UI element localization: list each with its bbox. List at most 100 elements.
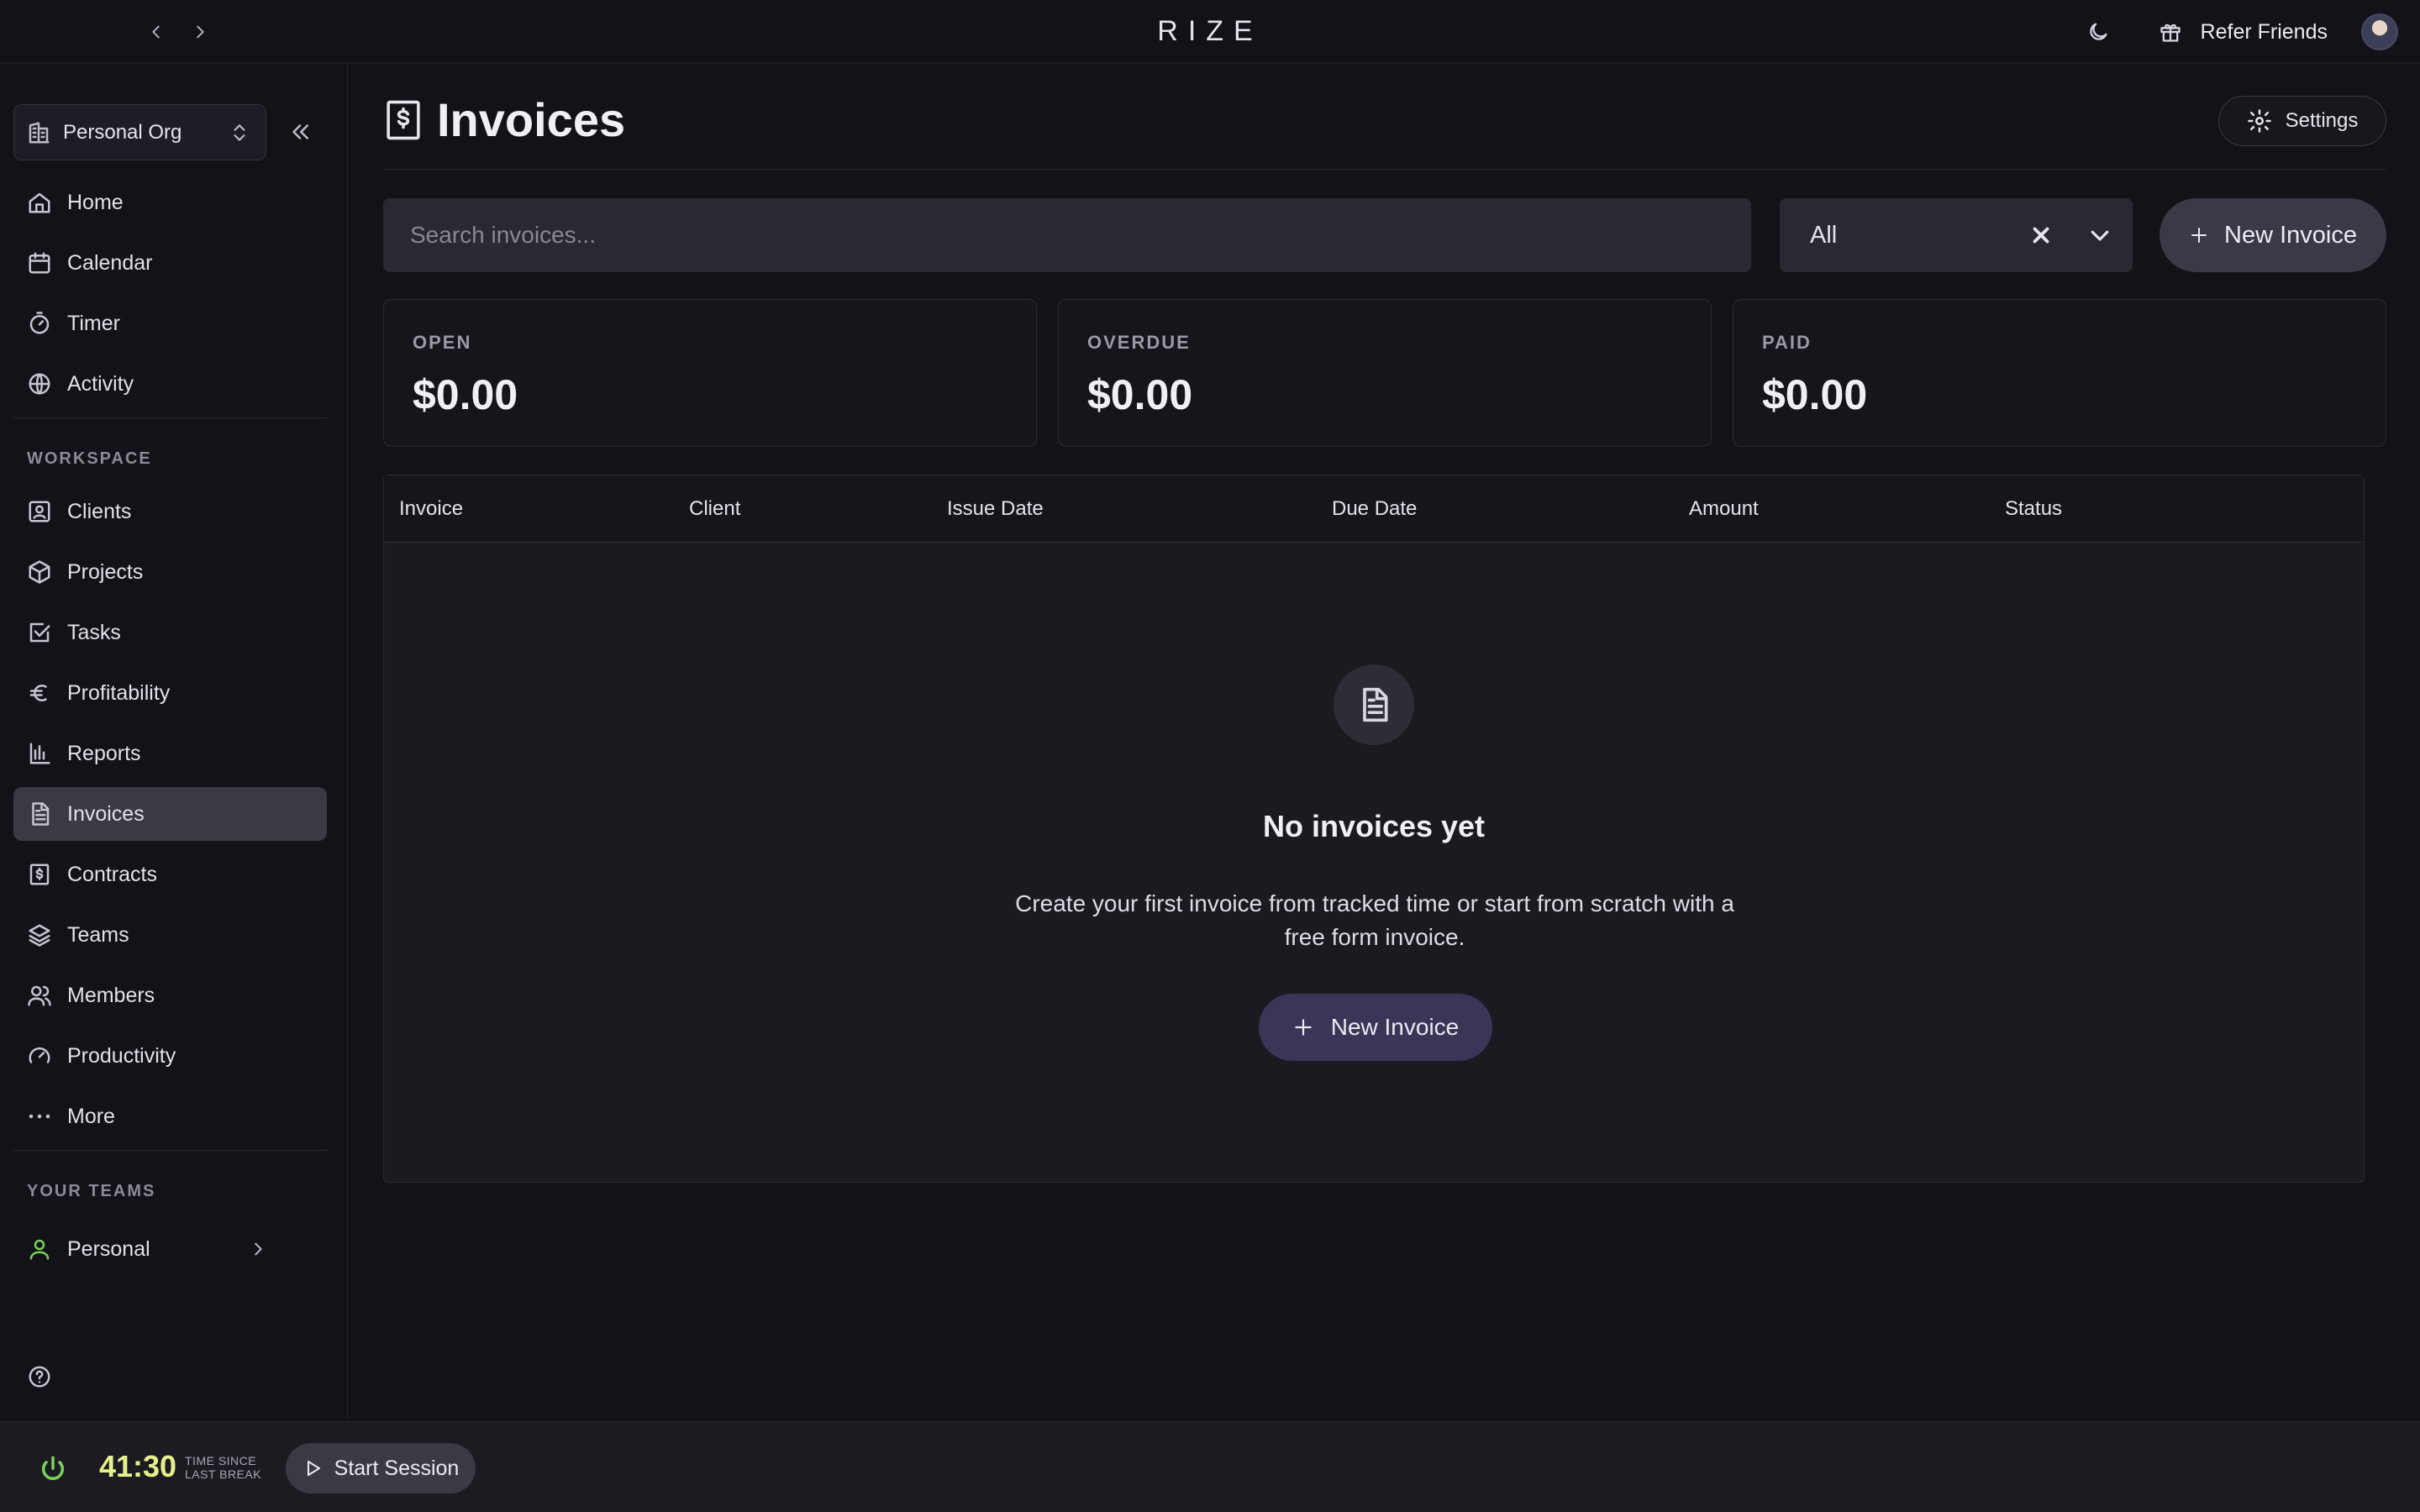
- column-header-issue-date[interactable]: Issue Date: [947, 497, 1044, 521]
- more-icon: [29, 1114, 50, 1119]
- sidebar-item-label: Calendar: [67, 250, 153, 275]
- chevron-right-icon: [255, 1242, 262, 1256]
- header-divider: [383, 169, 2386, 170]
- page-title: Invoices: [437, 93, 626, 146]
- stat-card-paid: PAID $0.00: [1733, 299, 2386, 447]
- sidebar-item-calendar[interactable]: Calendar: [13, 236, 327, 290]
- gift-icon[interactable]: [2155, 17, 2186, 47]
- building-icon: [29, 122, 50, 143]
- layers-icon: [29, 924, 50, 947]
- search-input[interactable]: [383, 198, 1751, 272]
- sidebar-item-label: Teams: [67, 922, 129, 947]
- sidebar-item-projects[interactable]: Projects: [13, 545, 327, 599]
- stat-value: $0.00: [413, 371, 518, 418]
- expand-team-button[interactable]: [249, 1222, 271, 1276]
- status-filter-select[interactable]: All: [1780, 198, 2133, 272]
- sidebar-item-contracts[interactable]: Contracts: [13, 848, 327, 901]
- sidebar: Personal Org Home Calendar Timer Activit…: [0, 65, 348, 1420]
- sidebar-item-team-personal[interactable]: Personal: [13, 1222, 327, 1276]
- home-icon: [29, 192, 50, 213]
- sidebar-item-label: Timer: [67, 311, 120, 335]
- cube-icon: [29, 560, 50, 584]
- users-icon: [28, 985, 51, 1006]
- plus-icon: [2191, 228, 2207, 243]
- workspace-section-label: WORKSPACE: [27, 449, 152, 468]
- empty-state-description: Create your first invoice from tracked t…: [1015, 890, 1734, 950]
- sidebar-item-label: Productivity: [67, 1043, 176, 1068]
- sidebar-item-label: Tasks: [67, 620, 121, 644]
- invoices-table: Invoice Client Issue Date Due Date Amoun…: [383, 475, 2365, 1183]
- sidebar-item-invoices[interactable]: Invoices: [13, 787, 327, 841]
- document-icon: [1363, 687, 1388, 722]
- sidebar-item-members[interactable]: Members: [13, 969, 327, 1022]
- column-header-amount[interactable]: Amount: [1689, 497, 1759, 521]
- settings-button[interactable]: Settings: [2218, 96, 2386, 146]
- empty-new-invoice-label: New Invoice: [1330, 1014, 1460, 1040]
- org-switcher[interactable]: Personal Org: [13, 104, 266, 160]
- document-icon: [32, 802, 50, 826]
- stat-card-overdue: OVERDUE $0.00: [1058, 299, 1712, 447]
- help-button[interactable]: [27, 1364, 54, 1391]
- sidebar-item-home[interactable]: Home: [13, 176, 327, 229]
- new-invoice-button[interactable]: New Invoice: [2160, 198, 2386, 272]
- sidebar-item-label: Activity: [67, 371, 134, 396]
- play-icon: [307, 1461, 320, 1476]
- sidebar-item-teams[interactable]: Teams: [13, 908, 327, 962]
- calendar-icon: [29, 252, 50, 274]
- refer-friends-link[interactable]: Refer Friends: [2201, 20, 2328, 45]
- moon-icon: [2089, 23, 2107, 40]
- column-header-invoice[interactable]: Invoice: [399, 497, 463, 521]
- start-session-button[interactable]: Start Session: [286, 1443, 476, 1494]
- collapse-sidebar-button[interactable]: [287, 119, 314, 146]
- avatar[interactable]: [2361, 13, 2398, 50]
- sidebar-item-label: Profitability: [67, 680, 171, 705]
- chevron-down-icon[interactable]: [2087, 223, 2112, 248]
- stat-label: PAID: [1762, 332, 1812, 353]
- sidebar-item-activity[interactable]: Activity: [13, 357, 327, 411]
- invoice-title-icon: [387, 100, 420, 140]
- help-icon: [29, 1366, 50, 1388]
- sidebar-item-label: More: [67, 1104, 115, 1128]
- sidebar-item-productivity[interactable]: Productivity: [13, 1029, 327, 1083]
- empty-new-invoice-button[interactable]: New Invoice: [1259, 994, 1492, 1061]
- session-bar: 41:30 TIME SINCE LAST BREAK Start Sessio…: [0, 1421, 2420, 1512]
- sidebar-item-tasks[interactable]: Tasks: [13, 606, 327, 659]
- settings-label: Settings: [2285, 109, 2359, 132]
- sidebar-item-timer[interactable]: Timer: [13, 297, 327, 350]
- clear-filter-icon[interactable]: [2028, 223, 2054, 248]
- sidebar-item-profitability[interactable]: Profitability: [13, 666, 327, 720]
- power-icon[interactable]: [39, 1454, 67, 1483]
- filter-value: All: [1810, 221, 1838, 249]
- sidebar-item-label: Clients: [67, 499, 132, 523]
- start-session-label: Start Session: [334, 1456, 460, 1480]
- sidebar-item-label: Contracts: [67, 862, 157, 886]
- empty-state-icon: [1334, 664, 1414, 745]
- brand-logo: RIZE: [1157, 15, 1263, 47]
- sidebar-item-label: Members: [67, 983, 155, 1007]
- new-invoice-label: New Invoice: [2224, 221, 2357, 249]
- sidebar-item-label: Personal: [67, 1236, 150, 1261]
- plus-icon: [1294, 1019, 1312, 1036]
- checkbox-icon: [29, 622, 50, 643]
- org-label: Personal Org: [63, 120, 182, 144]
- sidebar-item-clients[interactable]: Clients: [13, 485, 327, 538]
- bar-chart-icon: [29, 743, 50, 764]
- column-header-client[interactable]: Client: [689, 497, 740, 521]
- gauge-icon: [29, 1047, 50, 1063]
- empty-state-title: No invoices yet: [1262, 809, 1486, 843]
- sidebar-item-more[interactable]: More: [13, 1089, 327, 1143]
- stat-label: OVERDUE: [1087, 332, 1191, 353]
- sidebar-item-label: Home: [67, 190, 124, 214]
- teams-section-label: YOUR TEAMS: [27, 1182, 156, 1200]
- break-timer: 41:30: [99, 1449, 177, 1483]
- gear-icon: [2247, 109, 2271, 133]
- theme-toggle-button[interactable]: [2083, 17, 2113, 47]
- column-header-due-date[interactable]: Due Date: [1332, 497, 1417, 521]
- timer-icon: [29, 312, 50, 334]
- euro-icon: [29, 685, 47, 701]
- sidebar-item-reports[interactable]: Reports: [13, 727, 327, 780]
- client-icon: [29, 501, 50, 522]
- column-header-status[interactable]: Status: [2005, 497, 2062, 521]
- table-header: Invoice Client Issue Date Due Date Amoun…: [384, 475, 2364, 543]
- user-icon: [29, 1239, 50, 1260]
